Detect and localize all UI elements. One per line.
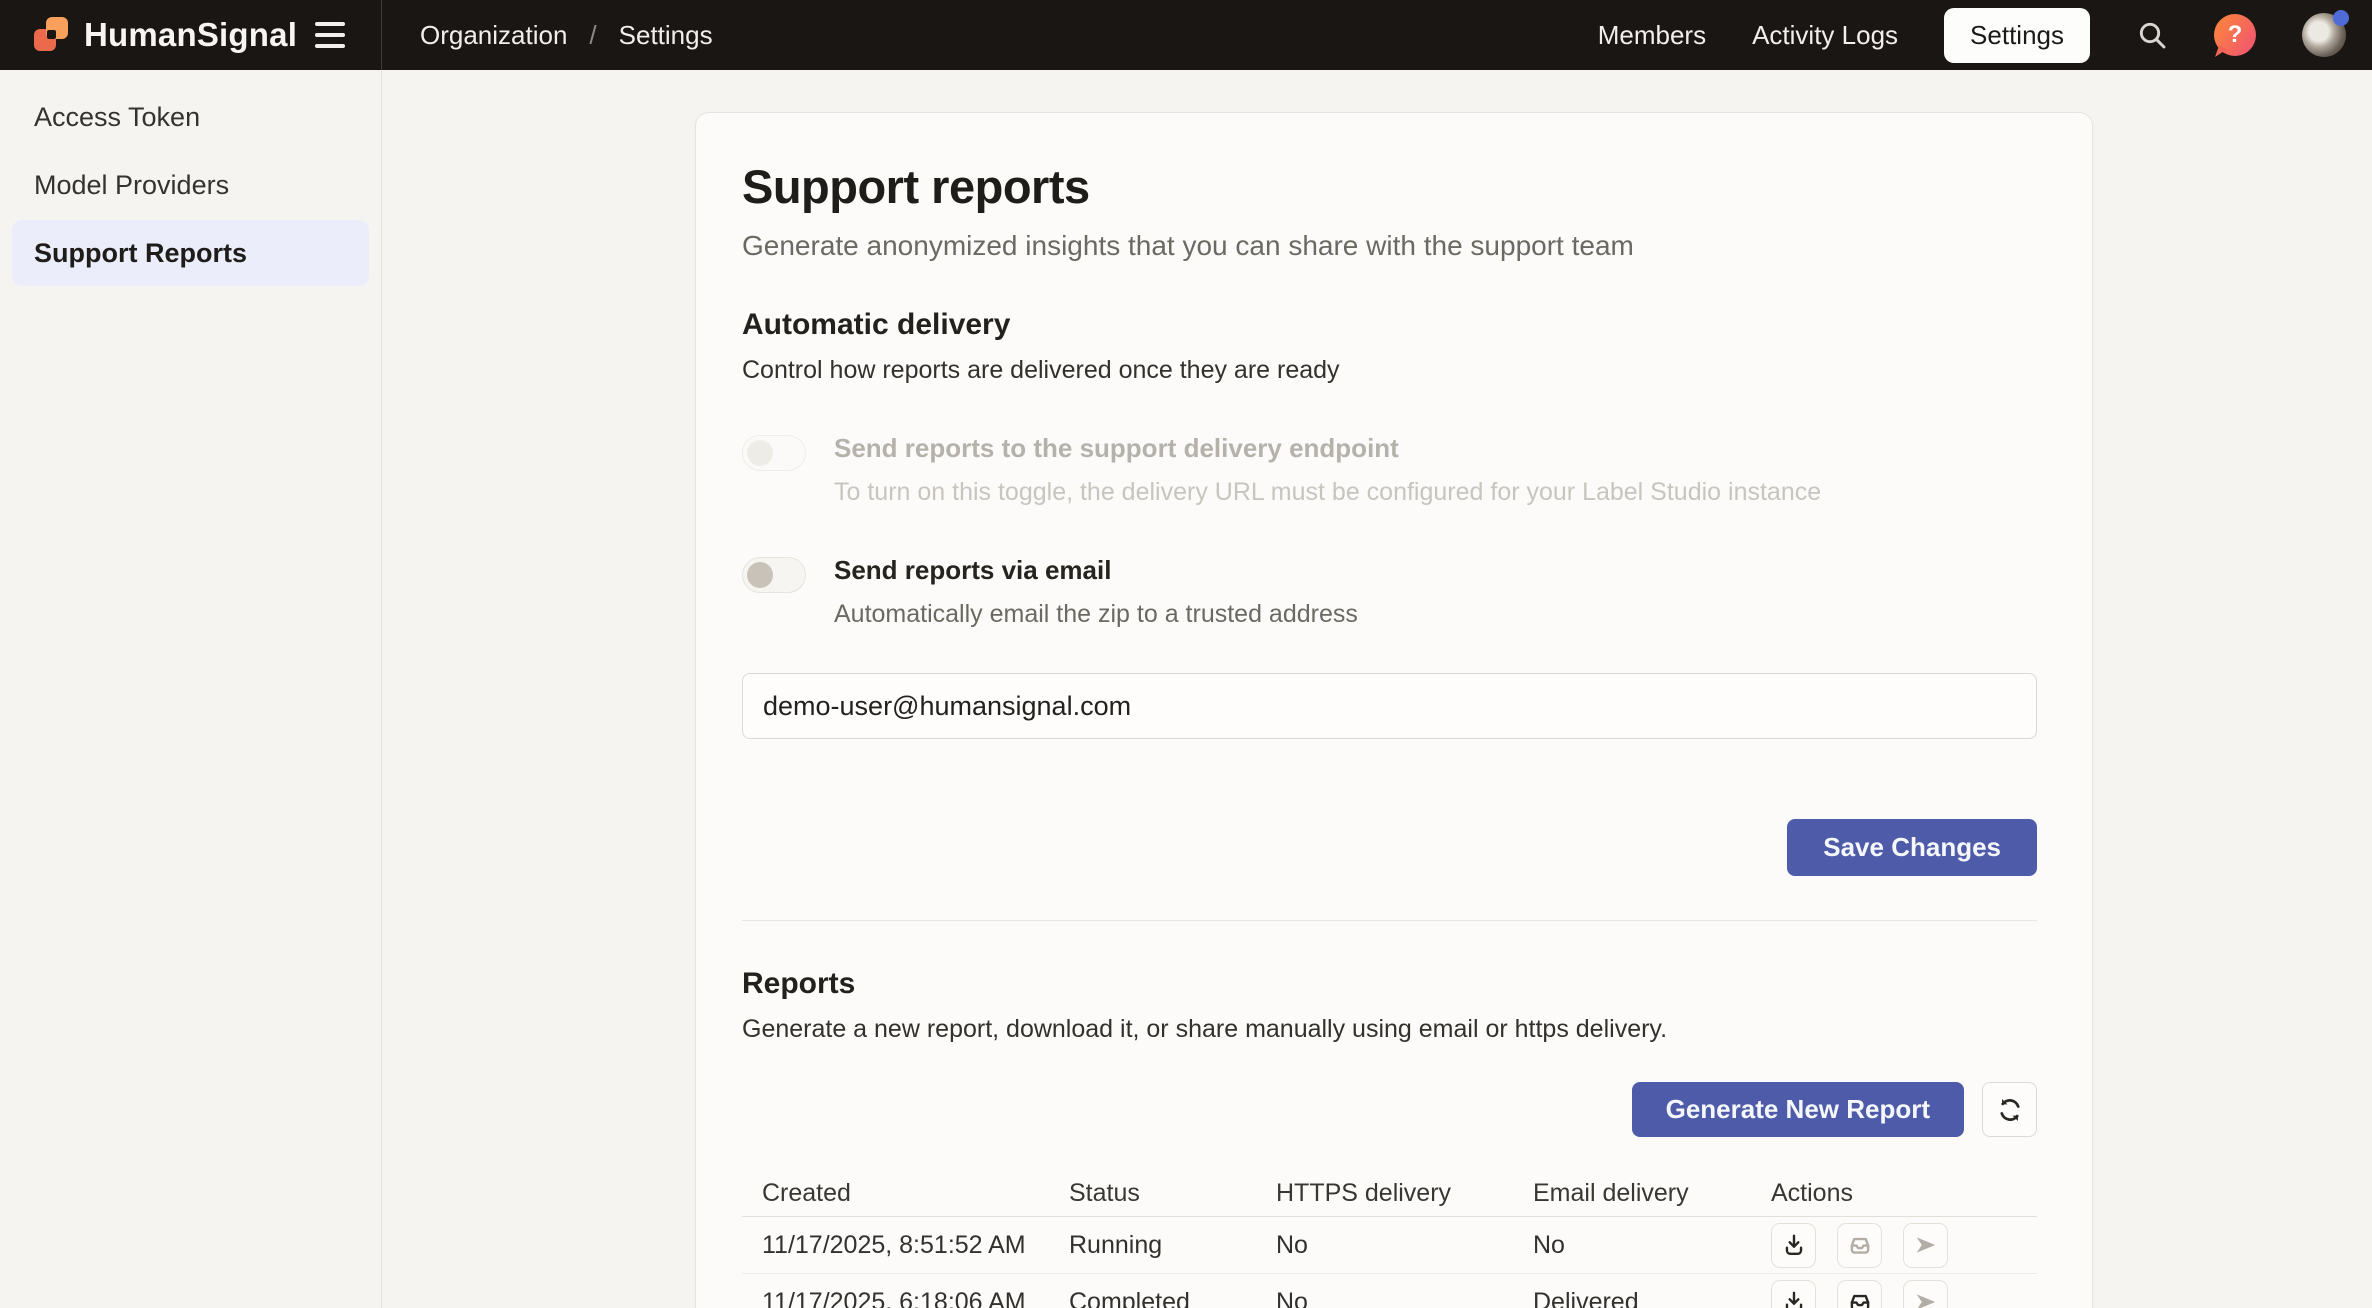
table-row: 11/17/2025, 8:51:52 AM Running No No (742, 1217, 2037, 1274)
sidebar-item-access-token[interactable]: Access Token (12, 84, 369, 150)
breadcrumb-separator: / (589, 20, 596, 51)
email-toggle-description: Automatically email the zip to a trusted… (834, 600, 1358, 629)
reports-heading: Reports (742, 967, 2037, 1001)
topbar: HumanSignal Organization / Settings Memb… (0, 0, 2372, 70)
humansignal-logo-icon (34, 17, 70, 53)
col-email-delivery: Email delivery (1533, 1179, 1771, 1208)
reports-description: Generate a new report, download it, or s… (742, 1015, 2037, 1044)
download-report-button[interactable] (1771, 1223, 1816, 1268)
sidebar-item-support-reports[interactable]: Support Reports (12, 220, 369, 286)
inbox-icon (1847, 1289, 1873, 1308)
download-icon (1781, 1232, 1807, 1258)
section-divider (742, 920, 2037, 921)
settings-sidebar: Access Token Model Providers Support Rep… (0, 70, 382, 1308)
topbar-right: Members Activity Logs Settings ? (1598, 8, 2372, 63)
reports-table-header: Created Status HTTPS delivery Email deli… (742, 1171, 2037, 1217)
endpoint-toggle-description: To turn on this toggle, the delivery URL… (834, 478, 1821, 507)
trusted-email-input[interactable] (742, 673, 2037, 739)
notification-badge (2333, 10, 2349, 26)
cell-email: Delivered (1533, 1288, 1771, 1308)
avatar[interactable] (2302, 13, 2346, 57)
nav-activity-logs[interactable]: Activity Logs (1752, 20, 1898, 51)
col-created: Created (762, 1179, 1069, 1208)
brand-name: HumanSignal (84, 16, 297, 54)
cell-https: No (1276, 1231, 1533, 1260)
support-reports-card: Support reports Generate anonymized insi… (695, 112, 2093, 1308)
refresh-icon (1996, 1096, 2024, 1124)
col-https-delivery: HTTPS delivery (1276, 1179, 1533, 1208)
automatic-delivery-heading: Automatic delivery (742, 308, 2037, 342)
page-title: Support reports (742, 159, 2037, 214)
endpoint-toggle-label: Send reports to the support delivery end… (834, 433, 1821, 464)
save-changes-button[interactable]: Save Changes (1787, 819, 2037, 876)
breadcrumb: Organization / Settings (382, 20, 713, 51)
main-content: Support reports Generate anonymized insi… (382, 70, 2372, 1308)
cell-created: 11/17/2025, 6:18:06 AM (762, 1288, 1069, 1308)
col-actions: Actions (1771, 1179, 2037, 1208)
nav-settings-active[interactable]: Settings (1944, 8, 2090, 63)
toggle-row-email: Send reports via email Automatically ema… (742, 555, 2037, 629)
breadcrumb-organization[interactable]: Organization (420, 20, 567, 51)
help-bubble-icon[interactable]: ? (2214, 14, 2256, 56)
sidebar-item-model-providers[interactable]: Model Providers (12, 152, 369, 218)
page-subtitle: Generate anonymized insights that you ca… (742, 230, 2037, 262)
hamburger-menu-icon[interactable] (315, 22, 345, 48)
col-status: Status (1069, 1179, 1276, 1208)
cell-https: No (1276, 1288, 1533, 1308)
send-report-button[interactable] (1903, 1280, 1948, 1308)
cell-created: 11/17/2025, 8:51:52 AM (762, 1231, 1069, 1260)
generate-new-report-button[interactable]: Generate New Report (1632, 1082, 1964, 1137)
toggle-row-endpoint: Send reports to the support delivery end… (742, 433, 2037, 507)
email-report-button[interactable] (1837, 1223, 1882, 1268)
reports-table: Created Status HTTPS delivery Email deli… (742, 1171, 2037, 1308)
send-report-button[interactable] (1903, 1223, 1948, 1268)
cell-status: Running (1069, 1231, 1276, 1260)
nav-members[interactable]: Members (1598, 20, 1706, 51)
send-icon (1913, 1232, 1939, 1258)
table-row: 11/17/2025, 6:18:06 AM Completed No Deli… (742, 1274, 2037, 1308)
email-toggle-label: Send reports via email (834, 555, 1358, 586)
inbox-icon (1847, 1232, 1873, 1258)
email-delivery-toggle[interactable] (742, 557, 806, 593)
cell-email: No (1533, 1231, 1771, 1260)
search-icon[interactable] (2136, 19, 2168, 51)
breadcrumb-settings[interactable]: Settings (619, 20, 713, 51)
brand-logo[interactable]: HumanSignal (34, 16, 297, 54)
cell-status: Completed (1069, 1288, 1276, 1308)
email-report-button[interactable] (1837, 1280, 1882, 1308)
download-report-button[interactable] (1771, 1280, 1816, 1308)
download-icon (1781, 1289, 1807, 1308)
automatic-delivery-description: Control how reports are delivered once t… (742, 356, 2037, 385)
topbar-left: HumanSignal (0, 0, 382, 70)
send-icon (1913, 1289, 1939, 1308)
refresh-reports-button[interactable] (1982, 1082, 2037, 1137)
endpoint-delivery-toggle[interactable] (742, 435, 806, 471)
